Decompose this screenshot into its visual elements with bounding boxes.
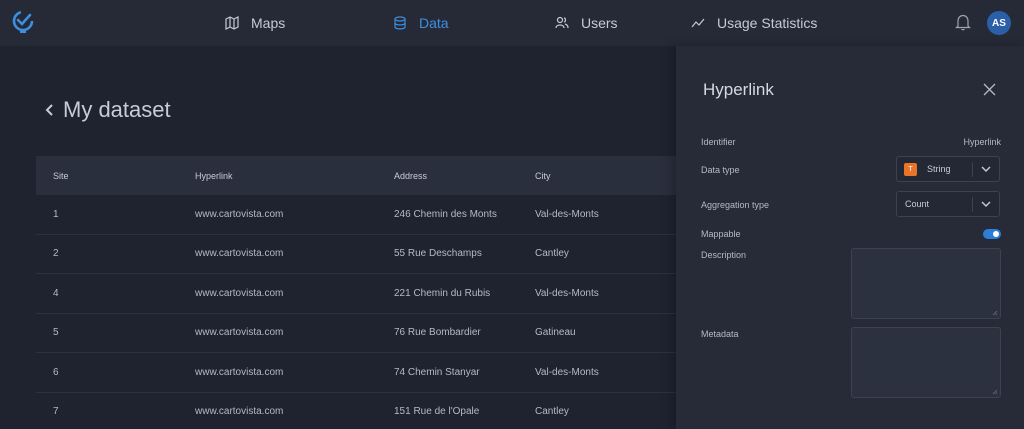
- dataset-table: Site Hyperlink Address City 1 www.cartov…: [36, 156, 676, 429]
- description-textarea[interactable]: [851, 248, 1001, 319]
- nav-item-maps[interactable]: Maps: [225, 14, 285, 32]
- cell-address: 221 Chemin du Rubis: [394, 287, 491, 299]
- identifier-label: Identifier: [701, 137, 736, 147]
- cell-site: 2: [53, 248, 59, 260]
- cell-site: 7: [53, 406, 59, 418]
- cell-city: Cantley: [535, 406, 569, 418]
- identifier-value: Hyperlink: [963, 137, 1001, 147]
- nav-item-users[interactable]: Users: [555, 14, 618, 32]
- page-title-text: My dataset: [63, 97, 171, 122]
- aggregation-type-select[interactable]: Count: [896, 191, 1000, 217]
- cell-hyperlink: www.cartovista.com: [195, 366, 284, 378]
- table-row[interactable]: 1 www.cartovista.com 246 Chemin des Mont…: [36, 195, 676, 235]
- mappable-label: Mappable: [701, 229, 741, 239]
- column-properties-panel: Hyperlink Identifier Hyperlink Data type…: [676, 46, 1024, 429]
- cell-hyperlink: www.cartovista.com: [195, 208, 284, 220]
- table-row[interactable]: 4 www.cartovista.com 221 Chemin du Rubis…: [36, 274, 676, 314]
- nav-label-usage-statistics: Usage Statistics: [717, 15, 818, 31]
- chart-line-icon: [691, 18, 705, 28]
- cell-site: 5: [53, 327, 59, 339]
- table-row[interactable]: 2 www.cartovista.com 55 Rue Deschamps Ca…: [36, 235, 676, 274]
- data-type-value: String: [927, 164, 951, 174]
- cell-address: 76 Rue Bombardier: [394, 327, 481, 339]
- nav-item-data[interactable]: Data: [393, 14, 449, 32]
- cell-site: 1: [53, 208, 59, 220]
- nav-label-data: Data: [419, 15, 449, 31]
- column-header-city[interactable]: City: [535, 171, 551, 181]
- cell-address: 151 Rue de l'Opale: [394, 406, 480, 418]
- string-type-icon: T: [904, 162, 917, 176]
- cell-city: Val-des-Monts: [535, 366, 599, 378]
- page-title: My dataset: [45, 97, 171, 123]
- chevron-down-icon: [981, 166, 991, 172]
- data-type-label: Data type: [701, 165, 740, 175]
- top-navigation-bar: Maps Data Users Usage Statistics AS: [0, 0, 1024, 46]
- aggregation-type-value: Count: [905, 199, 930, 209]
- cell-hyperlink: www.cartovista.com: [195, 406, 284, 418]
- table-row[interactable]: 5 www.cartovista.com 76 Rue Bombardier G…: [36, 314, 676, 353]
- metadata-textarea[interactable]: [851, 327, 1001, 398]
- nav-label-users: Users: [581, 15, 618, 31]
- resize-grip-icon[interactable]: [992, 389, 998, 395]
- nav-item-usage-statistics[interactable]: Usage Statistics: [691, 14, 817, 32]
- metadata-label: Metadata: [701, 329, 739, 339]
- cell-site: 4: [53, 287, 59, 299]
- cell-hyperlink: www.cartovista.com: [195, 287, 284, 299]
- cell-site: 6: [53, 366, 59, 378]
- column-header-address[interactable]: Address: [394, 171, 427, 181]
- aggregation-type-label: Aggregation type: [701, 200, 770, 210]
- cell-address: 246 Chemin des Monts: [394, 208, 497, 220]
- column-header-hyperlink[interactable]: Hyperlink: [195, 171, 233, 181]
- users-icon: [555, 16, 569, 29]
- app-logo-icon[interactable]: [10, 9, 36, 35]
- table-row[interactable]: 7 www.cartovista.com 151 Rue de l'Opale …: [36, 393, 676, 429]
- notification-bell-icon[interactable]: [955, 13, 971, 31]
- cell-hyperlink: www.cartovista.com: [195, 248, 284, 260]
- cell-address: 74 Chemin Stanyar: [394, 366, 480, 378]
- mappable-toggle[interactable]: [983, 229, 1001, 239]
- cell-city: Gatineau: [535, 327, 576, 339]
- data-type-select[interactable]: T String: [896, 156, 1000, 182]
- column-header-site[interactable]: Site: [53, 171, 69, 181]
- table-header-row: Site Hyperlink Address City: [36, 156, 676, 195]
- map-icon: [225, 16, 239, 30]
- user-avatar[interactable]: AS: [987, 11, 1011, 35]
- description-label: Description: [701, 250, 747, 260]
- resize-grip-icon[interactable]: [992, 310, 998, 316]
- close-icon[interactable]: [983, 83, 996, 96]
- table-row[interactable]: 6 www.cartovista.com 74 Chemin Stanyar V…: [36, 353, 676, 393]
- back-chevron-icon[interactable]: [45, 103, 55, 117]
- cell-city: Cantley: [535, 248, 569, 260]
- nav-label-maps: Maps: [251, 15, 286, 31]
- chevron-down-icon: [981, 201, 991, 207]
- database-icon: [394, 16, 406, 30]
- cell-address: 55 Rue Deschamps: [394, 248, 482, 260]
- panel-title: Hyperlink: [703, 80, 774, 99]
- select-divider: [972, 162, 973, 177]
- toggle-knob: [993, 231, 999, 237]
- cell-city: Val-des-Monts: [535, 208, 599, 220]
- cell-hyperlink: www.cartovista.com: [195, 327, 284, 339]
- cell-city: Val-des-Monts: [535, 287, 599, 299]
- select-divider: [972, 197, 973, 212]
